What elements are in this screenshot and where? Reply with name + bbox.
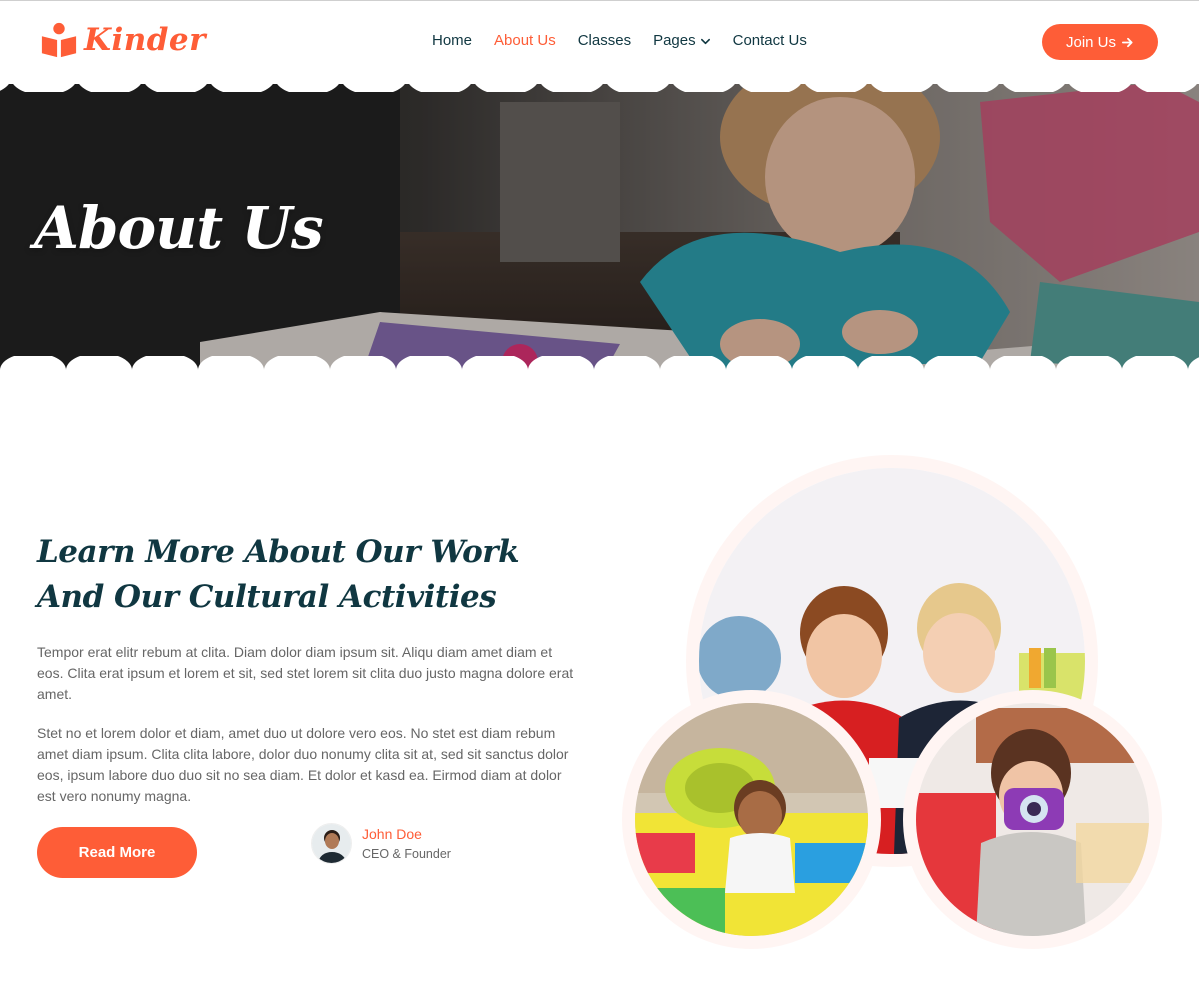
about-image-left [622,690,881,949]
founder-card: John Doe CEO & Founder [311,823,451,864]
photo-child-in-tunnel [635,703,868,936]
about-image-right [903,690,1162,949]
page-header-hero: About Us [0,82,1199,380]
chevron-down-icon [700,38,710,44]
nav-classes-label: Classes [577,32,632,49]
brand-logo[interactable]: Kinder [40,21,206,59]
founder-info: John Doe CEO & Founder [362,824,451,864]
founder-photo [312,824,351,863]
arrow-right-icon [1121,37,1133,47]
book-reader-icon [41,22,77,58]
nav-home[interactable]: Home [432,31,483,51]
about-heading: Learn More About Our Work And Our Cultur… [37,534,520,615]
founder-name: John Doe [362,825,422,842]
nav-contact-us[interactable]: Contact Us [722,31,818,51]
join-us-button[interactable]: Join Us [1042,24,1158,60]
nav-about-us[interactable]: About Us [483,31,567,51]
read-more-button[interactable]: Read More [37,827,197,878]
brand-name: Kinder [84,22,206,58]
nav-about-label: About Us [494,32,556,49]
nav-classes[interactable]: Classes [567,31,642,51]
nav-home-label: Home [432,32,473,49]
scallop-bottom-divider [0,356,1199,380]
avatar [311,823,352,864]
nav-contact-label: Contact Us [732,32,807,49]
navbar: Kinder Home About Us Classes Pages Conta… [0,0,1199,84]
about-paragraph-2: Stet no et lorem dolor et diam, amet duo… [37,725,569,804]
main-nav: Home About Us Classes Pages Contact Us [432,31,818,51]
join-us-label: Join Us [1065,33,1117,51]
nav-pages-dropdown[interactable]: Pages [642,31,722,51]
founder-role: CEO & Founder [362,846,451,861]
nav-pages-label: Pages [653,32,696,49]
about-paragraph-1: Tempor erat elitr rebum at clita. Diam d… [37,644,574,702]
photo-girl-with-camera [916,703,1149,936]
page-title: About Us [34,194,324,262]
